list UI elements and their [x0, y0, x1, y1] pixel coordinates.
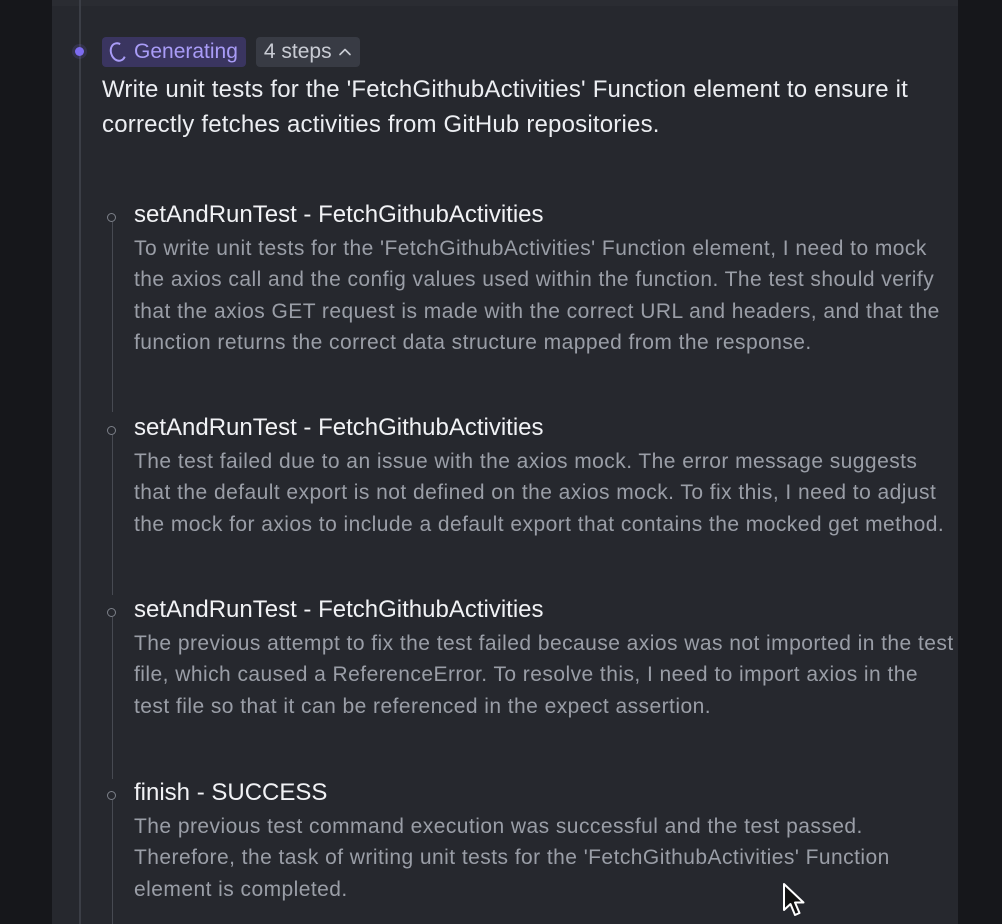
step-dot — [107, 608, 116, 617]
step-title: finish - SUCCESS — [134, 779, 328, 806]
steps-count-label: 4 steps — [263, 40, 332, 63]
step-connector — [112, 617, 113, 779]
task-title: Write unit tests for the 'FetchGithubAct… — [102, 76, 909, 138]
cursor-icon — [783, 883, 805, 916]
step-description: The test failed due to an issue with the… — [134, 450, 945, 536]
step-connector — [112, 435, 113, 595]
steps-toggle-button[interactable]: 4 steps — [255, 37, 360, 67]
step-connector — [112, 222, 113, 412]
task-header: Generating 4 steps — [102, 37, 360, 67]
step-title: setAndRunTest - FetchGithubActivities — [134, 414, 544, 441]
step-item[interactable]: setAndRunTest - FetchGithubActivities To… — [102, 194, 942, 412]
chevron-up-icon — [338, 48, 351, 56]
step-item[interactable]: setAndRunTest - FetchGithubActivities Th… — [102, 589, 953, 779]
step-description: To write unit tests for the 'FetchGithub… — [134, 237, 940, 354]
step-dot — [107, 213, 116, 222]
status-label: Generating — [134, 40, 238, 63]
timeline-dot-active — [75, 47, 84, 56]
step-dot — [107, 791, 116, 800]
spinner-icon — [107, 39, 129, 65]
step-dot — [107, 426, 116, 435]
status-badge: Generating — [102, 37, 246, 67]
step-description: The previous test command execution was … — [134, 815, 890, 901]
panel-top-edge — [52, 0, 958, 6]
step-connector — [112, 800, 113, 924]
step-description: The previous attempt to fix the test fai… — [134, 632, 954, 718]
step-item[interactable]: finish - SUCCESS The previous test comma… — [102, 772, 942, 924]
step-item[interactable]: setAndRunTest - FetchGithubActivities Th… — [102, 407, 944, 595]
step-title: setAndRunTest - FetchGithubActivities — [134, 596, 544, 623]
agent-task-panel: Generating 4 steps Write unit tests for … — [52, 0, 958, 924]
timeline-rail — [79, 0, 81, 924]
step-title: setAndRunTest - FetchGithubActivities — [134, 201, 544, 228]
